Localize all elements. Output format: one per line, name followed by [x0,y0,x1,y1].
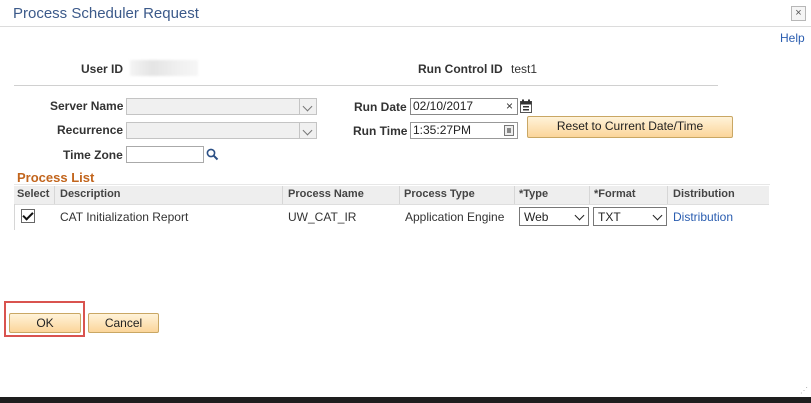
row-process-type: Application Engine [405,210,505,224]
run-time-input[interactable]: 1:35:27PM [410,122,518,139]
column-header-process-name: Process Name [288,188,364,200]
column-divider [514,186,515,204]
column-divider [282,186,283,204]
column-header-description: Description [60,188,121,200]
header-divider [14,85,718,86]
column-header-type: *Type [519,188,549,200]
run-date-label: Run Date [354,100,407,114]
run-control-id-value: test1 [511,62,538,76]
column-header-distribution: Distribution [673,188,735,200]
type-dropdown-value: Web [524,210,549,224]
time-zone-input[interactable] [126,146,204,163]
column-header-process-type: Process Type [404,188,475,200]
close-icon[interactable]: × [791,6,806,21]
run-date-input[interactable]: 02/10/2017 × [410,98,518,115]
type-dropdown[interactable]: Web [519,207,589,226]
cancel-button[interactable]: Cancel [88,313,159,333]
dialog-title: Process Scheduler Request [13,5,199,22]
help-link[interactable]: Help [780,31,805,45]
run-control-id-label: Run Control ID [418,62,503,76]
column-divider [54,186,55,204]
clock-icon[interactable] [504,125,514,136]
time-zone-label: Time Zone [63,148,123,162]
server-name-label: Server Name [50,99,124,113]
run-date-value: 02/10/2017 [413,99,474,113]
chevron-down-icon [299,123,316,138]
magnifier-icon[interactable] [206,148,219,161]
row-select-checkbox[interactable] [21,209,35,223]
column-divider [667,186,668,204]
run-time-label: Run Time [353,124,408,138]
process-list-header-row: Select Description Process Name Process … [14,186,769,205]
process-list-title: Process List [17,170,95,185]
process-list-divider [14,184,770,185]
reset-date-time-button[interactable]: Reset to Current Date/Time [527,116,733,138]
server-name-select[interactable] [126,98,317,115]
calendar-icon[interactable] [520,99,532,113]
recurrence-label: Recurrence [57,123,124,137]
column-header-select: Select [17,188,50,200]
column-header-format: *Format [594,188,636,200]
resize-grip-icon[interactable]: ⋰ [800,387,808,395]
recurrence-select[interactable] [126,122,317,139]
chevron-down-icon [299,99,316,114]
distribution-link[interactable]: Distribution [673,210,733,224]
format-dropdown[interactable]: TXT [593,207,667,226]
user-id-value-redacted [130,60,198,76]
row-process-name: UW_CAT_IR [288,210,357,224]
bottom-border [0,397,811,403]
grid-border [14,204,15,230]
ok-button[interactable]: OK [9,313,81,333]
run-time-value: 1:35:27PM [413,123,472,137]
column-divider [399,186,400,204]
format-dropdown-value: TXT [598,210,621,224]
title-divider [0,26,811,27]
user-id-label: User ID [81,62,124,76]
column-divider [589,186,590,204]
clear-icon[interactable]: × [506,99,513,114]
row-description: CAT Initialization Report [60,210,189,224]
